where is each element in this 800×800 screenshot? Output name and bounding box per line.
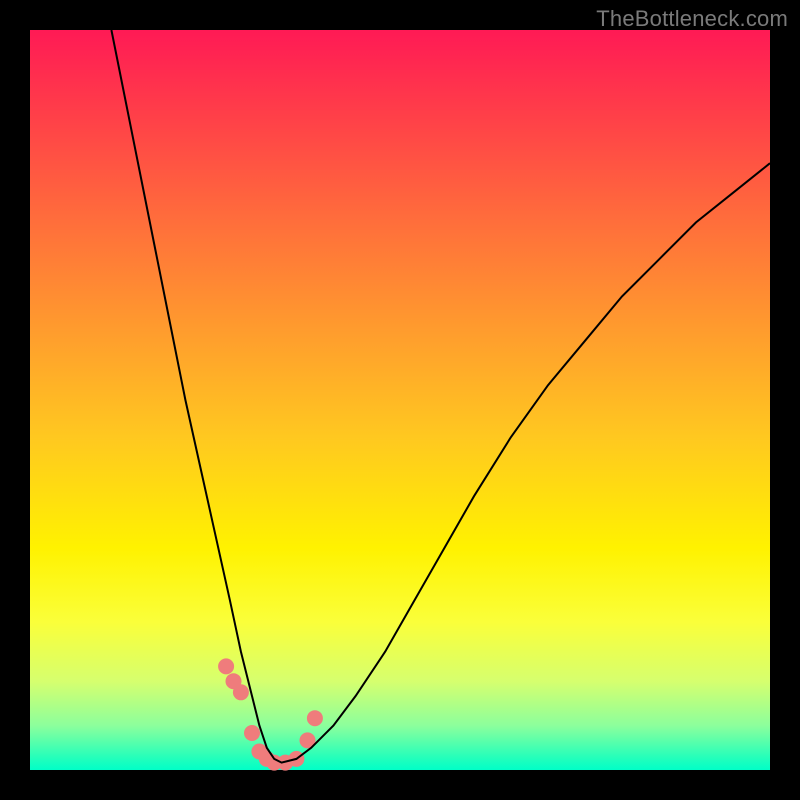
marker-dot [233,684,249,700]
marker-dot [307,710,323,726]
chart-svg [30,30,770,770]
outer-frame: TheBottleneck.com [0,0,800,800]
marker-dot [218,658,234,674]
curve-line [111,30,770,763]
watermark-text: TheBottleneck.com [596,6,788,32]
marker-dot [244,725,260,741]
plot-area [30,30,770,770]
